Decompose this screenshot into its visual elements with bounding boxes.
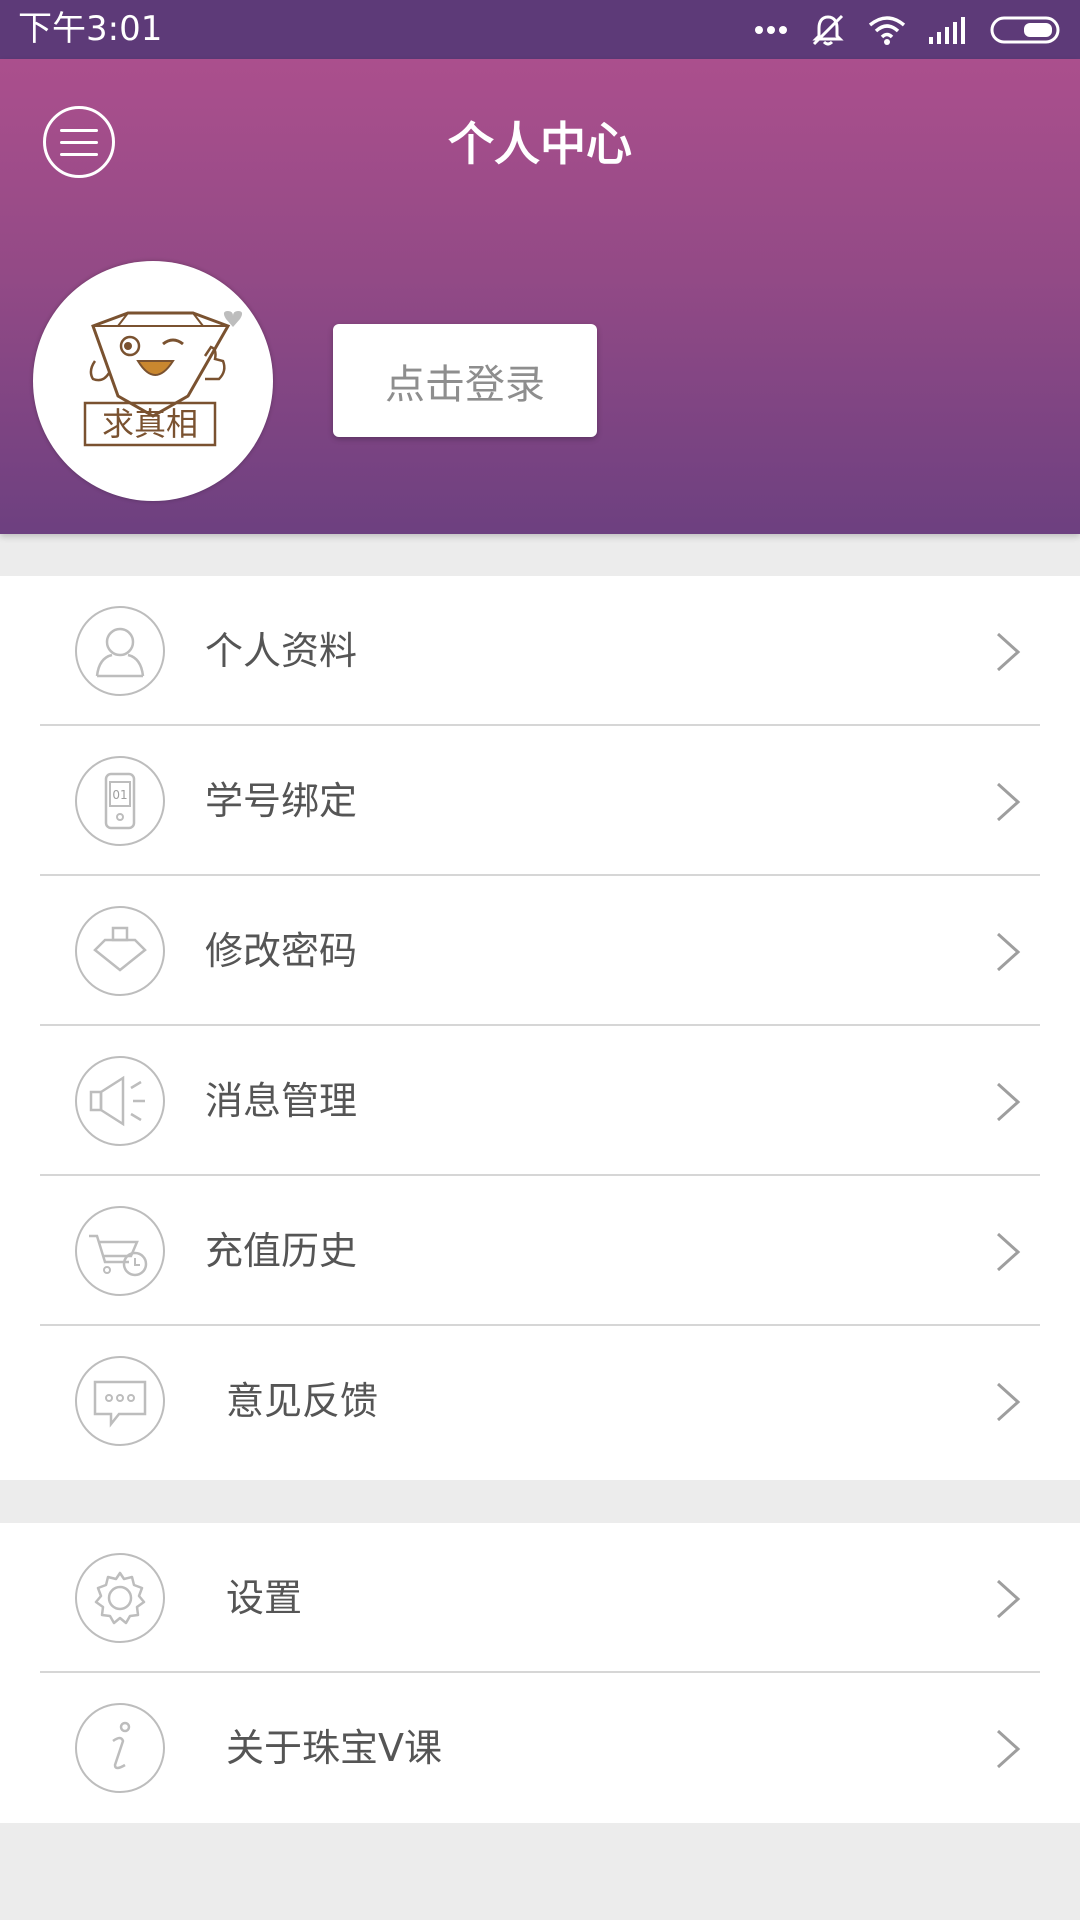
menu-row-feedback[interactable]: 意见反馈 (0, 1326, 1080, 1476)
chevron-right-icon (996, 1729, 1021, 1769)
menu-label: 学号绑定 (205, 779, 358, 823)
menu-label: 消息管理 (205, 1079, 358, 1123)
gear-icon (75, 1553, 165, 1643)
chevron-right-icon (996, 782, 1021, 822)
battery-icon (990, 16, 1060, 44)
menu-row-about[interactable]: 关于珠宝V课 (0, 1673, 1080, 1823)
menu-row-messages[interactable]: 消息管理 (0, 1026, 1080, 1176)
menu-row-profile[interactable]: 个人资料 (0, 576, 1080, 726)
page-title: 个人中心 (448, 117, 632, 171)
menu-row-settings[interactable]: 设置 (0, 1523, 1080, 1673)
chat-bubble-icon (75, 1356, 165, 1446)
profile-header: 个人中心 求真相 点击登录 (0, 59, 1080, 534)
chevron-right-icon (996, 1382, 1021, 1422)
status-bar: 下午3:01 (0, 0, 1080, 59)
wifi-icon (868, 16, 906, 45)
avatar[interactable]: 求真相 (33, 261, 273, 501)
avatar-sign-text: 求真相 (101, 405, 198, 443)
login-button[interactable]: 点击登录 (333, 324, 597, 437)
chevron-right-icon (996, 1579, 1021, 1619)
menu-label: 设置 (226, 1576, 303, 1620)
status-time: 下午3:01 (18, 9, 163, 49)
person-icon (75, 606, 165, 696)
menu-label: 关于珠宝V课 (226, 1726, 442, 1770)
signal-icon (929, 17, 965, 44)
chevron-right-icon (996, 1232, 1021, 1272)
chevron-right-icon (996, 932, 1021, 972)
lock-icon (75, 906, 165, 996)
megaphone-icon (75, 1056, 165, 1146)
svg-text:01: 01 (112, 788, 127, 802)
cart-clock-icon (75, 1206, 165, 1296)
menu-label: 修改密码 (205, 929, 358, 973)
phone-id-icon: 01 (75, 756, 165, 846)
menu-label: 充值历史 (205, 1229, 358, 1273)
menu-row-change-password[interactable]: 修改密码 (0, 876, 1080, 1026)
more-dots-icon (755, 26, 787, 34)
menu-group-1: 个人资料 01 学号绑定 修改密码 消息管理 充值历史 意见反馈 (0, 576, 1080, 1480)
menu-label: 意见反馈 (226, 1379, 379, 1423)
info-icon (75, 1703, 165, 1793)
diamond-mascot-icon (83, 311, 243, 447)
menu-row-student-id[interactable]: 01 学号绑定 (0, 726, 1080, 876)
chevron-right-icon (996, 1082, 1021, 1122)
menu-group-2: 设置 关于珠宝V课 (0, 1523, 1080, 1823)
menu-label: 个人资料 (205, 629, 358, 673)
chevron-right-icon (996, 632, 1021, 672)
mute-bell-icon (812, 14, 844, 46)
menu-row-recharge-history[interactable]: 充值历史 (0, 1176, 1080, 1326)
